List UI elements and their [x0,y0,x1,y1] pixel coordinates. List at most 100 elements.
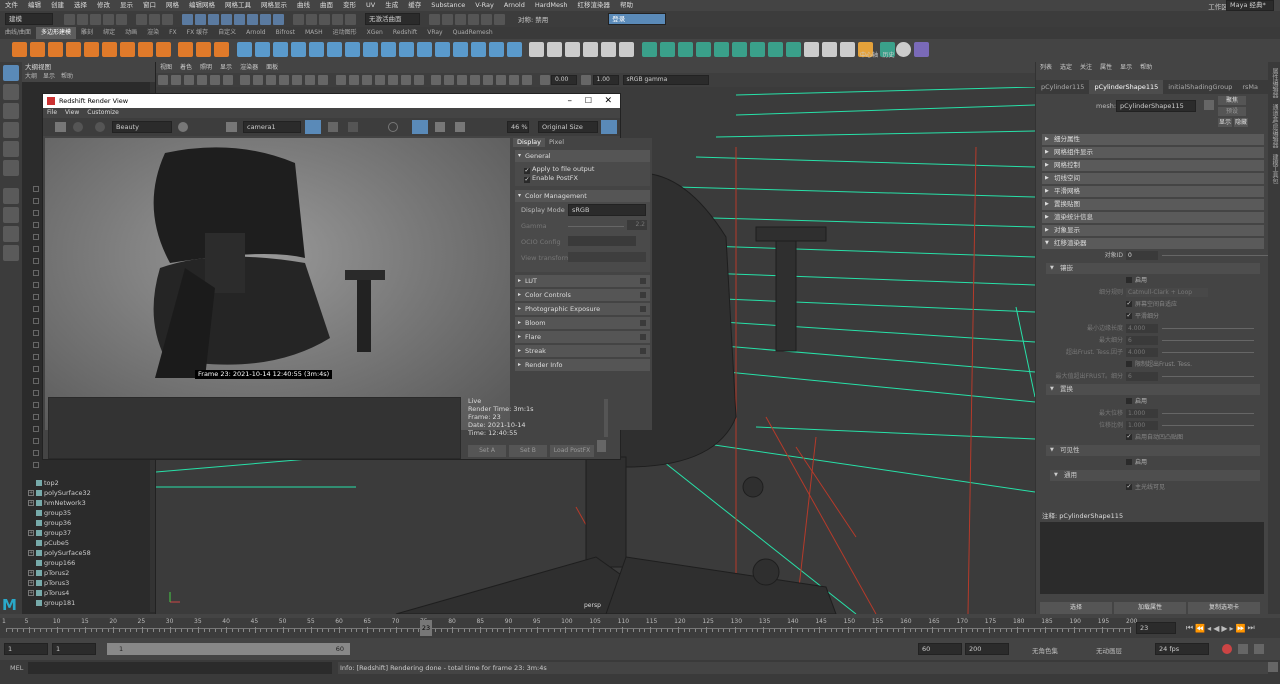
symmetry-label[interactable]: 对称: 禁用 [518,14,548,24]
boolean-union-icon[interactable] [290,42,306,57]
menu-item-0[interactable]: 文件 [0,0,23,11]
field-chart-icon[interactable] [292,75,302,85]
play-icon[interactable]: ▶ [1221,624,1227,633]
expand-icon[interactable]: + [28,570,34,576]
outliner-expander[interactable] [33,258,39,264]
undo-icon[interactable] [103,13,114,25]
expand-icon[interactable]: + [28,500,34,506]
select-misc-icon[interactable] [273,13,284,25]
film-gate-icon[interactable] [253,75,263,85]
resolution-gate-icon[interactable] [266,75,276,85]
outliner-item[interactable]: + polySurface32 [22,488,152,498]
separate-icon[interactable] [254,42,270,57]
poly-torus-icon[interactable] [83,42,99,57]
menu-item-21[interactable]: 红移渲染器 [573,0,616,11]
screen-adapt-checkbox[interactable]: ✓ [1126,301,1132,307]
camera-lock-icon[interactable] [170,75,181,85]
menu-item-19[interactable]: Arnold [499,0,530,11]
live-surface-field[interactable]: 无激活曲面 [365,13,420,25]
section-toggle[interactable] [640,348,646,354]
shelf-tab-1[interactable]: 多边形建模 [36,27,77,39]
lattice-cube-icon[interactable] [914,42,930,57]
copy-icon[interactable] [455,122,465,132]
outliner-expander[interactable] [33,462,39,468]
out-frust-slider[interactable] [1162,352,1254,353]
shelf-tab-14[interactable]: Redshift [388,27,422,39]
select-joint-icon[interactable] [195,13,206,25]
size-select[interactable]: Original Size [538,121,598,133]
outliner-expander[interactable] [33,426,39,432]
outliner-menu-1[interactable]: 显示 [40,72,58,82]
anim-layer-select[interactable]: 无动画层 [1096,645,1122,655]
expand-icon[interactable]: + [28,530,34,536]
section-lut[interactable]: LUT [515,275,650,287]
view-compare-icon[interactable] [412,120,428,134]
outliner-item[interactable]: + pTorus4 [22,588,152,598]
expand-icon[interactable]: + [28,590,34,596]
section-toggle[interactable] [640,320,646,326]
maximize-icon[interactable]: ☐ [585,94,592,108]
gamma-slider[interactable] [568,226,624,227]
exposure-field[interactable]: 0.00 [551,75,577,85]
view-transform-select[interactable] [568,252,646,262]
attr-section[interactable]: 平滑网格 [1042,186,1264,197]
menu-item-2[interactable]: 创建 [46,0,69,11]
zoom-field[interactable]: 46 % [507,121,529,133]
motion-blur-icon[interactable] [444,75,454,85]
limit-frust-checkbox[interactable] [1126,361,1132,367]
select-dynamic-icon[interactable] [247,13,258,25]
shelf-tab-5[interactable]: 渲染 [142,27,164,39]
outliner-item[interactable]: top2 [22,478,152,488]
login-button[interactable]: 登录 [608,13,667,25]
section-toggle[interactable] [640,306,646,312]
bridge-icon[interactable] [380,42,396,57]
attr-section[interactable]: 渲染统计信息 [1042,212,1264,223]
snap-view-icon[interactable] [332,13,343,25]
subdiv-rule-select[interactable]: Catmull-Clark + Loop [1126,288,1208,297]
save-scene-icon[interactable] [90,13,101,25]
section-bloom[interactable]: Bloom [515,317,650,329]
outliner-expander[interactable] [33,366,39,372]
dof-icon[interactable] [470,75,480,85]
2d-pan-icon[interactable] [209,75,220,85]
outliner-expander[interactable] [33,318,39,324]
attr-menu-0[interactable]: 列表 [1036,62,1056,74]
postfx-option[interactable]: ✓ Enable PostFX [515,174,650,183]
outliner-item[interactable]: + pTorus3 [22,578,152,588]
disp-scale-field[interactable]: 1.000 [1126,421,1158,430]
gamma-field[interactable]: 2.2 [627,220,647,230]
ipr-icon[interactable] [442,13,453,25]
attr-section[interactable]: 置换贴图 [1042,199,1264,210]
section-visibility[interactable]: 可见性 [1046,445,1260,456]
section-tessellation[interactable]: 镶嵌 [1046,263,1260,274]
sphere-gear-icon[interactable] [178,42,193,57]
menu-item-7[interactable]: 网格 [161,0,184,11]
attr-section[interactable]: 切线空间 [1042,173,1264,184]
menu-item-3[interactable]: 选择 [69,0,92,11]
type-tool-icon[interactable] [196,42,211,57]
mirror-icon[interactable] [344,42,360,57]
grease-pencil-icon[interactable] [222,75,233,85]
snapshot-icon[interactable] [305,120,321,134]
video-icon[interactable] [328,122,338,132]
step-back-key-icon[interactable]: ⏪ [1195,624,1205,633]
menu-item-13[interactable]: 变形 [338,0,361,11]
extrude-icon[interactable] [362,42,378,57]
shelf-tab-4[interactable]: 动画 [120,27,142,39]
select-object-icon[interactable] [149,13,160,25]
menu-item-14[interactable]: UV [361,0,380,11]
paint-select-icon[interactable] [3,103,19,119]
four-view-icon[interactable] [3,207,19,223]
gate-mask-icon[interactable] [279,75,289,85]
auto-bump-checkbox[interactable]: ✓ [1126,434,1132,440]
snap-grid-icon[interactable] [293,13,304,25]
shelf-tab-6[interactable]: FX [164,27,182,39]
outliner-item[interactable]: + polySurface58 [22,548,152,558]
poly-plane-icon[interactable] [101,42,117,57]
start-time-field[interactable]: 1 [4,643,48,655]
end-time-field[interactable]: 200 [965,643,1009,655]
snap-curve-icon[interactable] [306,13,317,25]
attr-tab-3[interactable]: rsMa [1237,80,1263,94]
menu-item-12[interactable]: 曲面 [315,0,338,11]
select-component-icon[interactable] [162,13,173,25]
